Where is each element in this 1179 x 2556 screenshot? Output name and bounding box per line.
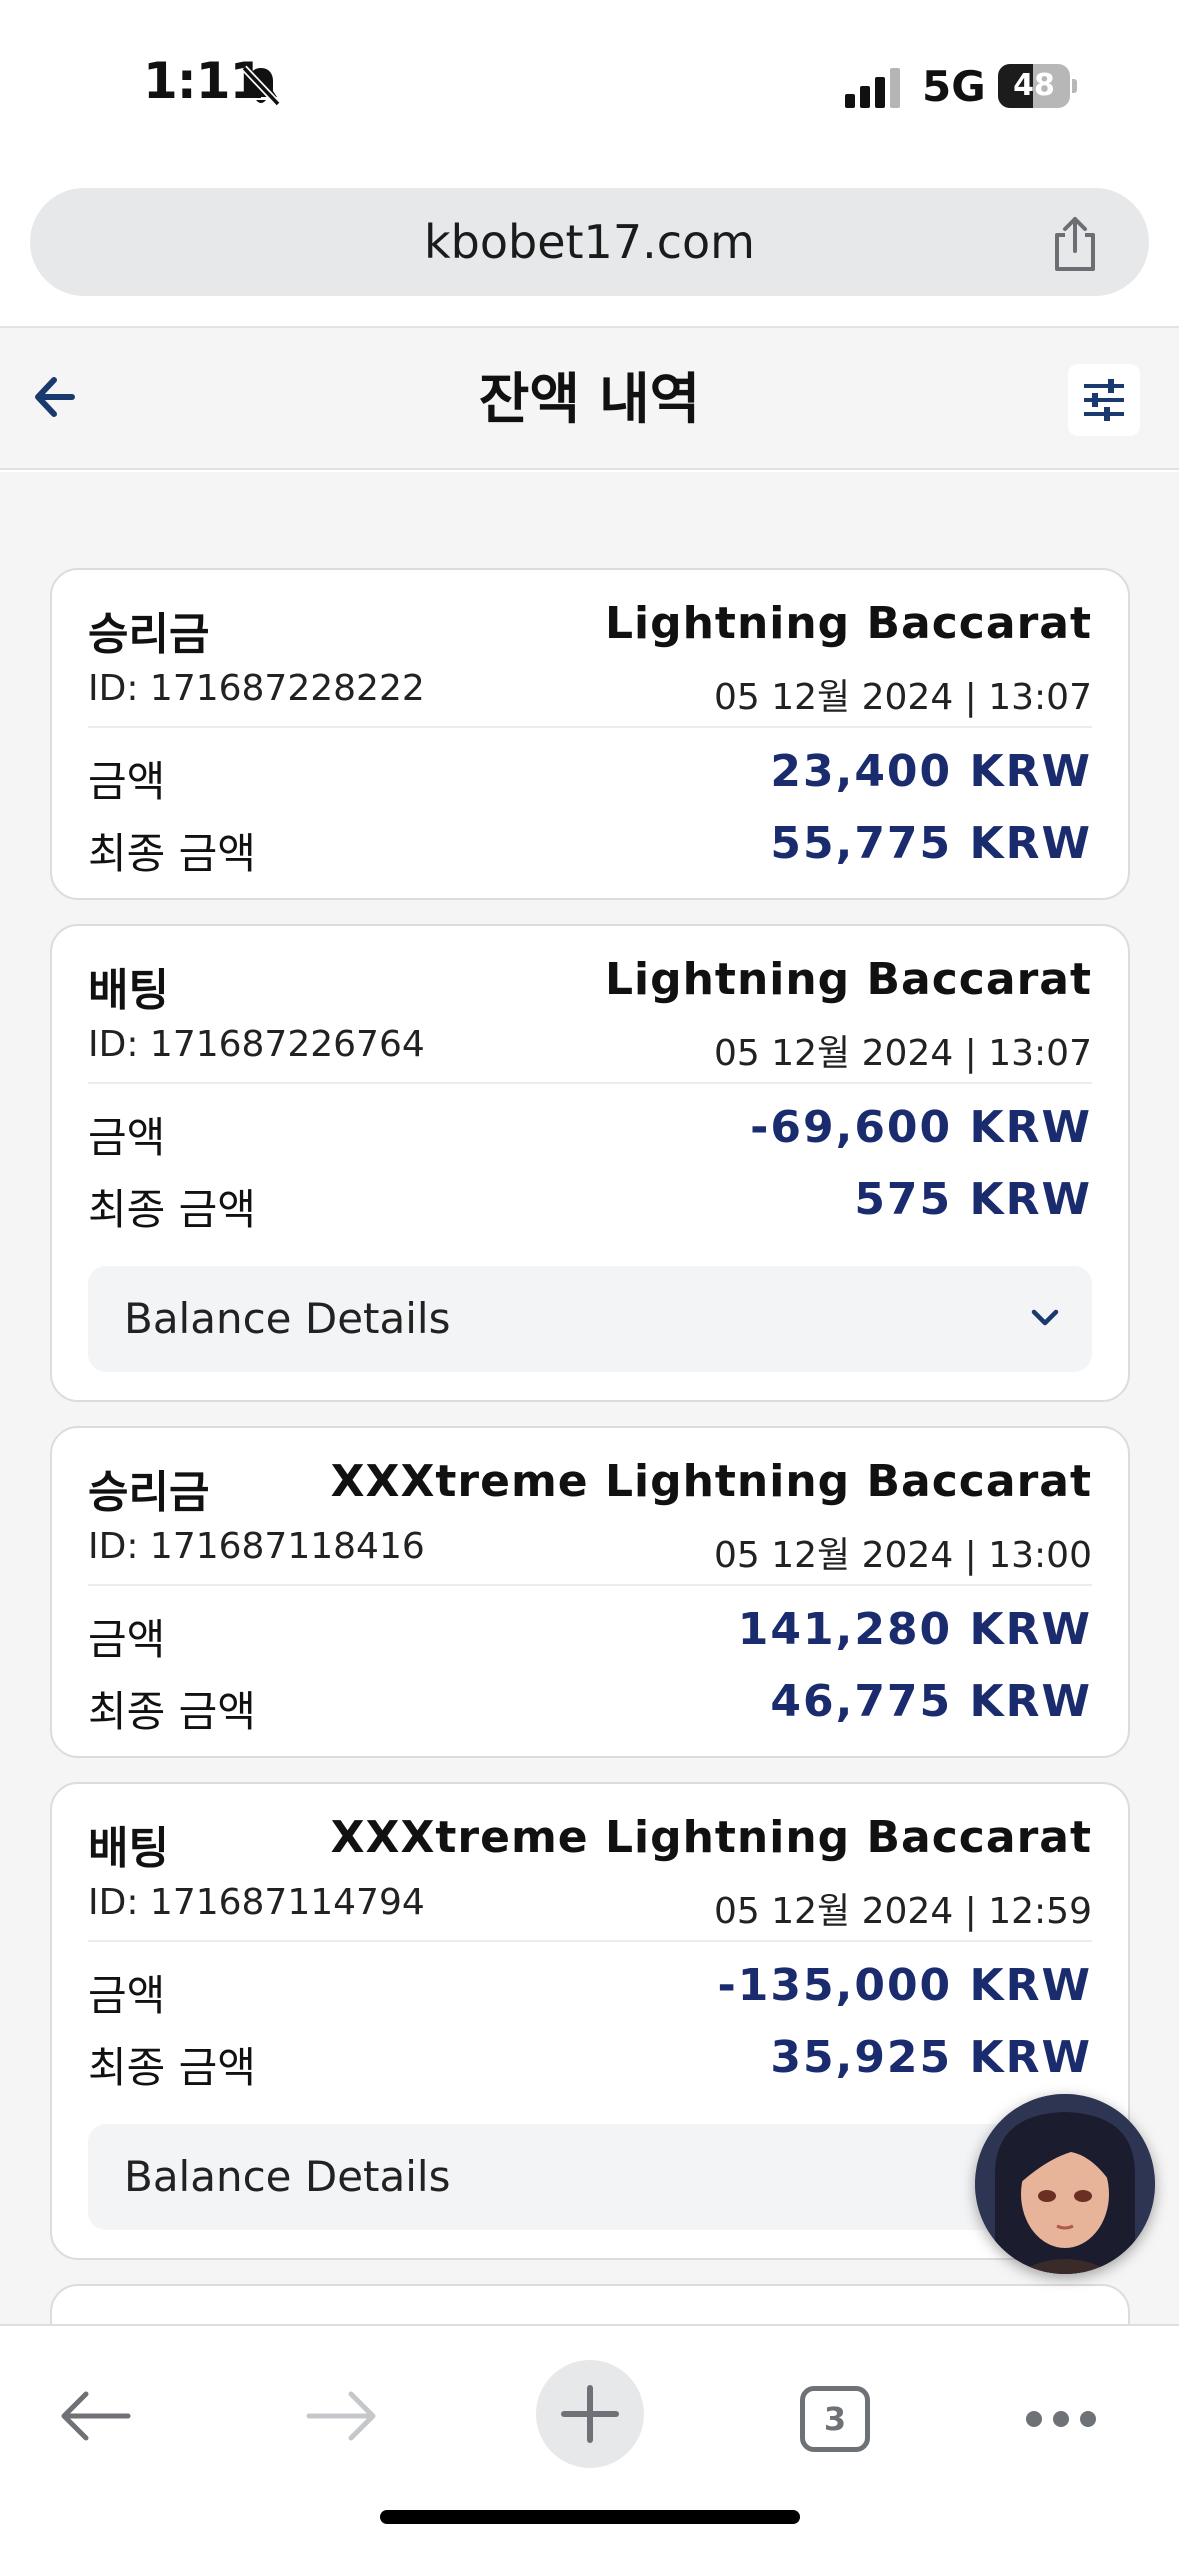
card-divider: [88, 1584, 1092, 1586]
battery-indicator: 48: [998, 64, 1078, 108]
tabs-button[interactable]: 3: [800, 2386, 870, 2452]
arrow-right-icon[interactable]: [305, 2386, 379, 2446]
transaction-id: ID: 171687228222: [88, 668, 425, 709]
transaction-list: 승리금 Lightning Baccarat ID: 171687228222 …: [0, 472, 1179, 2324]
amount-label: 금액: [88, 757, 166, 806]
amount-value: -69,600 KRW: [750, 1102, 1092, 1153]
filter-button[interactable]: [1068, 364, 1140, 436]
amount-value: -135,000 KRW: [717, 1960, 1092, 2011]
battery-nub: [1072, 79, 1077, 93]
game-name: XXXtreme Lightning Baccarat: [330, 1812, 1092, 1863]
sliders-icon: [1084, 379, 1124, 421]
transaction-type: 승리금: [88, 609, 210, 660]
balance-details-toggle[interactable]: Balance Details: [88, 1266, 1092, 1372]
new-tab-button[interactable]: [536, 2360, 644, 2468]
transaction-datetime: 05 12월 2024 | 12:59: [713, 1891, 1092, 1932]
bell-slash-icon: [241, 65, 281, 107]
ellipsis-icon[interactable]: [1024, 2404, 1098, 2434]
home-indicator: [380, 2510, 800, 2524]
game-name: Lightning Baccarat: [604, 598, 1092, 649]
transaction-card: 승리금 XXXtreme Lightning Baccarat ID: 1716…: [50, 1426, 1130, 1758]
balance-details-label: Balance Details: [124, 1294, 451, 1343]
network-type: 5G: [922, 62, 986, 111]
battery-level: 48: [1013, 68, 1055, 103]
final-amount-value: 46,775 KRW: [770, 1676, 1092, 1727]
avatar-image: [975, 2094, 1155, 2274]
final-amount-label: 최종 금액: [88, 829, 256, 878]
transaction-card: 배팅 XXXtreme Lightning Baccarat ID: 17168…: [50, 1782, 1130, 2260]
transaction-id: ID: 171687226764: [88, 1024, 425, 1065]
app-header: 잔액 내역: [0, 328, 1179, 470]
plus-icon: [561, 2385, 619, 2443]
card-divider: [88, 726, 1092, 728]
transaction-card: 배팅 Lightning Baccarat ID: 171687226764 0…: [50, 924, 1130, 1402]
transaction-type: 배팅: [88, 965, 169, 1016]
status-bar: 1:11 5G 48: [0, 0, 1179, 175]
final-amount-label: 최종 금액: [88, 1687, 256, 1736]
final-amount-value: 55,775 KRW: [770, 818, 1092, 869]
transaction-datetime: 05 12월 2024 | 13:07: [713, 1033, 1092, 1074]
battery-body: 48: [998, 64, 1070, 108]
tab-count: 3: [823, 2400, 847, 2438]
share-icon[interactable]: [1045, 215, 1105, 275]
amount-value: 141,280 KRW: [737, 1604, 1092, 1655]
amount-value: 23,400 KRW: [770, 746, 1092, 797]
game-name: Lightning Baccarat: [604, 954, 1092, 1005]
transaction-card-partial: [50, 2284, 1130, 2324]
game-name: XXXtreme Lightning Baccarat: [330, 1456, 1092, 1507]
final-amount-label: 최종 금액: [88, 1185, 256, 1234]
final-amount-label: 최종 금액: [88, 2043, 256, 2092]
final-amount-value: 35,925 KRW: [770, 2032, 1092, 2083]
amount-label: 금액: [88, 1971, 166, 2020]
transaction-type: 배팅: [88, 1823, 169, 1874]
transaction-id: ID: 171687114794: [88, 1882, 425, 1923]
url-text[interactable]: kbobet17.com: [30, 188, 1149, 296]
balance-details-toggle[interactable]: Balance Details: [88, 2124, 1092, 2230]
final-amount-value: 575 KRW: [854, 1174, 1092, 1225]
card-divider: [88, 1940, 1092, 1942]
card-divider: [88, 1082, 1092, 1084]
balance-details-label: Balance Details: [124, 2152, 451, 2201]
support-avatar[interactable]: [975, 2094, 1155, 2274]
amount-label: 금액: [88, 1113, 166, 1162]
transaction-type: 승리금: [88, 1467, 210, 1518]
page-title: 잔액 내역: [478, 367, 701, 431]
amount-label: 금액: [88, 1615, 166, 1664]
address-bar[interactable]: kbobet17.com: [30, 188, 1149, 296]
transaction-card: 승리금 Lightning Baccarat ID: 171687228222 …: [50, 568, 1130, 900]
chevron-down-icon: [1031, 1309, 1059, 1326]
transaction-datetime: 05 12월 2024 | 13:00: [713, 1535, 1092, 1576]
cellular-signal-icon: [845, 68, 900, 108]
arrow-left-icon[interactable]: [58, 2386, 132, 2446]
transaction-id: ID: 171687118416: [88, 1526, 425, 1567]
transaction-datetime: 05 12월 2024 | 13:07: [713, 677, 1092, 718]
